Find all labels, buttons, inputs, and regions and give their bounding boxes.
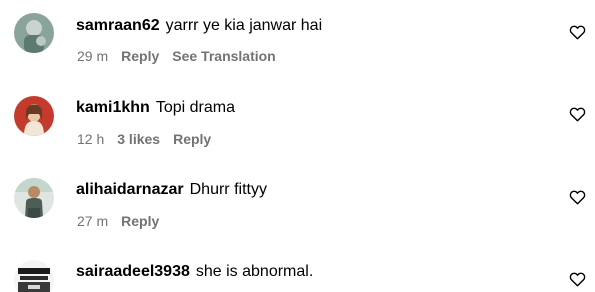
comment-line: sairaadeel3938 she is abnormal. [76, 262, 313, 282]
reply-button[interactable]: Reply [173, 131, 211, 147]
user-avatar-icon[interactable] [14, 260, 54, 292]
comment-line: alihaidarnazar Dhurr fittyy [76, 180, 267, 200]
comment-meta: 27 m Reply [77, 212, 172, 230]
user-avatar-icon[interactable] [14, 96, 54, 136]
heart-outline-icon[interactable] [569, 24, 586, 40]
comment-time: 29 m [77, 48, 109, 64]
comment-username[interactable]: samraan62 [76, 17, 160, 34]
user-avatar-icon[interactable] [14, 13, 54, 53]
comment-line: kami1khn Topi drama [76, 98, 235, 118]
comment-text: she is abnormal. [195, 263, 314, 280]
see-translation-button[interactable]: See Translation [172, 48, 275, 64]
comment-item: sairaadeel3938 she is abnormal. [0, 246, 595, 292]
comment-username[interactable]: kami1khn [76, 99, 150, 116]
comment-time: 27 m [77, 213, 109, 229]
comment-item: kami1khn Topi drama 12 h 3 likes Reply [0, 82, 595, 162]
heart-outline-icon[interactable] [569, 106, 586, 122]
likes-count[interactable]: 3 likes [117, 131, 160, 147]
user-avatar-icon[interactable] [14, 178, 54, 218]
heart-outline-icon[interactable] [569, 271, 586, 287]
comment-item: alihaidarnazar Dhurr fittyy 27 m Reply [0, 164, 595, 244]
comment-list: samraan62 yarrr ye kia janwar hai 29 m Rep… [0, 0, 595, 292]
comment-item: samraan62 yarrr ye kia janwar hai 29 m Rep… [0, 0, 595, 80]
reply-button[interactable]: Reply [121, 48, 159, 64]
comment-meta: 29 m Reply See Translation [77, 47, 289, 65]
comment-text: yarrr ye kia janwar hai [165, 17, 323, 34]
comment-text: Topi drama [155, 99, 235, 116]
comment-text: Dhurr fittyy [189, 181, 267, 198]
comment-line: samraan62 yarrr ye kia janwar hai [76, 16, 322, 36]
comment-time: 12 h [77, 131, 105, 147]
comment-username[interactable]: sairaadeel3938 [76, 263, 190, 280]
comment-meta: 12 h 3 likes Reply [77, 130, 224, 148]
reply-button[interactable]: Reply [121, 213, 159, 229]
heart-outline-icon[interactable] [569, 189, 586, 205]
comment-username[interactable]: alihaidarnazar [76, 181, 184, 198]
